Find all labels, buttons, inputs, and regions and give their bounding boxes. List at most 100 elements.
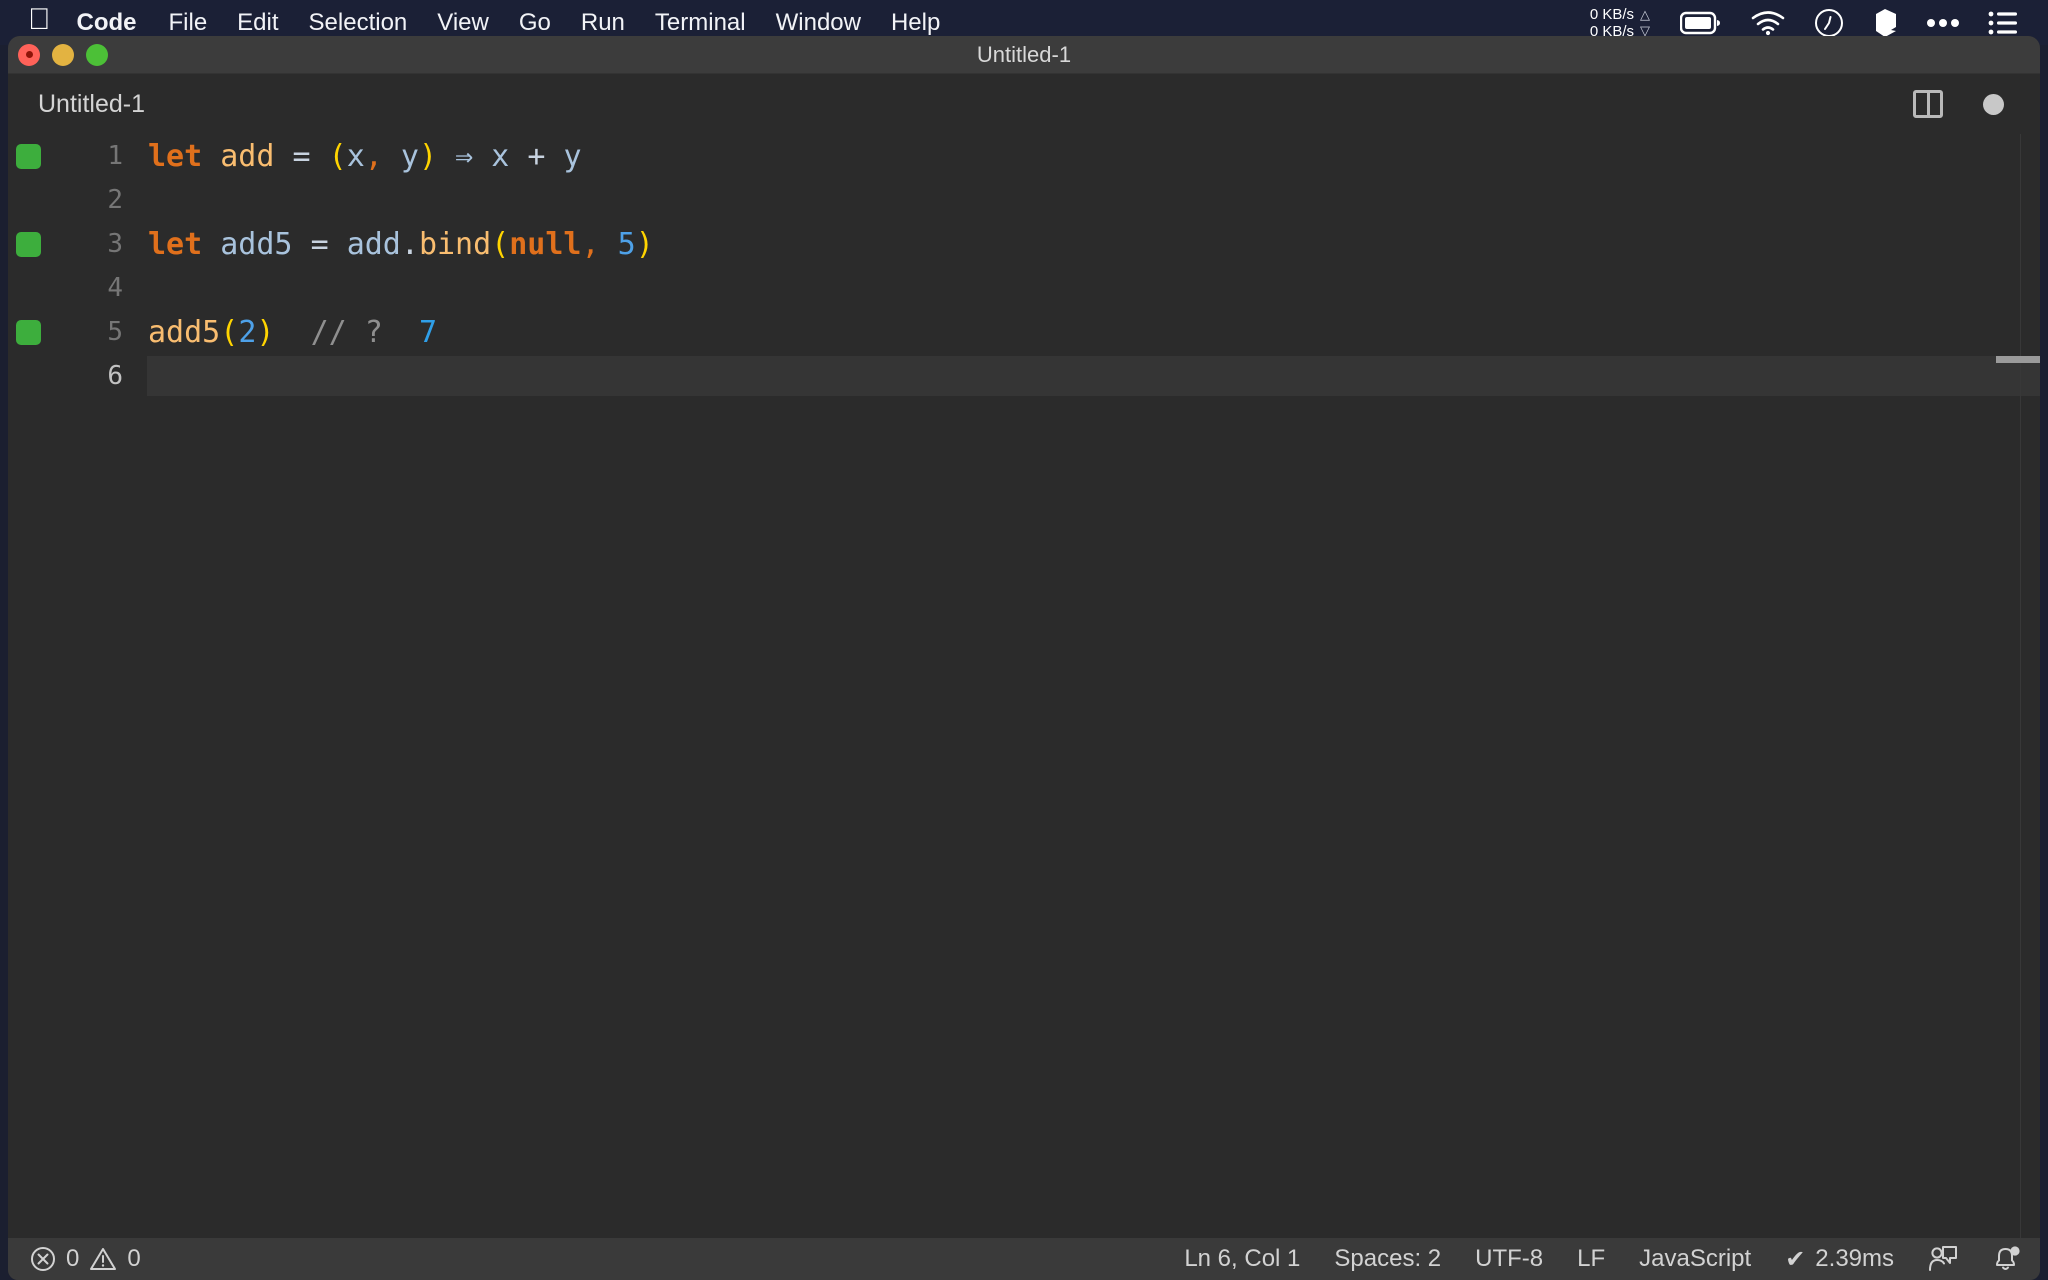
code-token: x (347, 139, 365, 174)
ellipsis-icon[interactable] (1926, 18, 1960, 28)
code-token: 7 (419, 315, 437, 350)
window-titlebar: Untitled-1 (8, 36, 2040, 74)
code-line[interactable]: 6 (8, 354, 2040, 398)
code-line[interactable]: 5add5(2) // ? 7 (8, 310, 2040, 354)
code-token: ( (220, 315, 238, 350)
tabbar-actions (1913, 90, 2018, 118)
split-editor-icon[interactable] (1913, 90, 1943, 118)
code-token: // (311, 315, 347, 350)
menu-run[interactable]: Run (581, 9, 625, 37)
code-token (383, 139, 401, 174)
gutter-run-marker[interactable] (16, 232, 41, 257)
wifi-icon[interactable] (1750, 10, 1786, 36)
bell-icon[interactable] (1992, 1245, 2022, 1273)
code-line-content: let add = (x, y) ⇒ x + y (148, 139, 582, 174)
code-token (437, 139, 455, 174)
apple-menu-icon[interactable]:  (28, 6, 51, 34)
code-token: ) (256, 315, 274, 350)
network-speed-indicator[interactable]: 0 KB/s 0 KB/s △ ▽ (1590, 6, 1650, 40)
status-runtime[interactable]: ✔ 2.39ms (1785, 1245, 1894, 1274)
code-line[interactable]: 2 (8, 178, 2040, 222)
feedback-icon[interactable] (1928, 1245, 1958, 1273)
status-language-mode[interactable]: JavaScript (1639, 1245, 1751, 1273)
code-line[interactable]: 4 (8, 266, 2040, 310)
line-number: 4 (68, 273, 123, 303)
status-bar: 0 0 Ln 6, Col 1 Spaces: 2 UTF-8 LF JavaS… (8, 1238, 2040, 1280)
code-token: null (509, 227, 581, 262)
code-token: ( (491, 227, 509, 262)
code-token: bind (419, 227, 491, 262)
code-token (202, 139, 220, 174)
status-errors[interactable]: 0 (30, 1245, 79, 1273)
battery-icon[interactable] (1680, 11, 1722, 35)
code-line[interactable]: 1 let add = (x, y) ⇒ x + y (8, 134, 2040, 178)
gutter-run-marker[interactable] (16, 144, 41, 169)
tab-untitled-1[interactable]: Untitled-1 (8, 74, 171, 134)
code-token (329, 227, 347, 262)
editor-overview-ruler[interactable] (2020, 134, 2040, 1238)
code-line[interactable]: 3let add5 = add.bind(null, 5) (8, 222, 2040, 266)
line-number: 3 (68, 229, 123, 259)
code-token (274, 139, 292, 174)
editor-horizontal-scrollbar[interactable] (1996, 356, 2040, 363)
code-token (509, 139, 527, 174)
editor-tabbar: Untitled-1 (8, 74, 2040, 134)
gutter-run-marker[interactable] (16, 320, 41, 345)
control-center-icon[interactable] (1988, 11, 2018, 35)
menu-view[interactable]: View (437, 9, 489, 37)
menu-selection[interactable]: Selection (309, 9, 408, 37)
code-token: add5 (220, 227, 292, 262)
code-token: 2 (238, 315, 256, 350)
status-bar-left: 0 0 (30, 1245, 141, 1273)
code-token: y (401, 139, 419, 174)
code-editor[interactable]: 1 let add = (x, y) ⇒ x + y 2 3 let add5 = ad… (8, 134, 2040, 1238)
menu-window[interactable]: Window (776, 9, 861, 37)
menu-help[interactable]: Help (891, 9, 940, 37)
code-token: ⇒ (455, 139, 473, 174)
network-arrows: △ ▽ (1640, 7, 1650, 39)
code-token: , (582, 227, 600, 262)
shape-icon[interactable] (1872, 8, 1898, 38)
code-token (545, 139, 563, 174)
network-upload-speed: 0 KB/s (1590, 6, 1634, 23)
code-token: , (365, 139, 383, 174)
code-token: let (148, 139, 202, 174)
status-indentation[interactable]: Spaces: 2 (1334, 1245, 1441, 1273)
code-token (473, 139, 491, 174)
menu-terminal[interactable]: Terminal (655, 9, 746, 37)
code-token: x (491, 139, 509, 174)
unsaved-changes-dot (1983, 94, 2004, 115)
code-token (600, 227, 618, 262)
code-token: add (220, 139, 274, 174)
code-line-content: add5(2) // ? 7 (148, 315, 437, 350)
menu-edit[interactable]: Edit (237, 9, 278, 37)
vscode-window: Untitled-1 Untitled-1 1 let add = (x, y) … (8, 36, 2040, 1280)
warning-count: 0 (127, 1245, 140, 1273)
code-token (293, 227, 311, 262)
menu-file[interactable]: File (169, 9, 208, 37)
runtime-check-icon: ✔ (1785, 1245, 1805, 1274)
code-token: let (148, 227, 202, 262)
menu-go[interactable]: Go (519, 9, 551, 37)
code-token (274, 315, 310, 350)
error-count: 0 (66, 1245, 79, 1273)
code-token (383, 315, 419, 350)
code-token: = (311, 227, 329, 262)
code-token: y (563, 139, 581, 174)
status-encoding[interactable]: UTF-8 (1475, 1245, 1543, 1273)
line-number: 6 (68, 361, 123, 391)
code-token: ) (419, 139, 437, 174)
window-title: Untitled-1 (8, 42, 2040, 68)
code-token (311, 139, 329, 174)
code-token (202, 227, 220, 262)
status-cursor-position[interactable]: Ln 6, Col 1 (1184, 1245, 1300, 1273)
menu-code[interactable]: Code (77, 9, 137, 37)
menubar-items: Code File Edit Selection View Go Run Terminal Wi… (77, 9, 971, 37)
upload-arrow-icon: △ (1640, 7, 1650, 23)
code-token: = (293, 139, 311, 174)
clock-icon[interactable] (1814, 8, 1844, 38)
status-warnings[interactable]: 0 (89, 1245, 140, 1273)
line-number: 1 (68, 141, 123, 171)
status-eol[interactable]: LF (1577, 1245, 1605, 1273)
code-token (347, 315, 365, 350)
